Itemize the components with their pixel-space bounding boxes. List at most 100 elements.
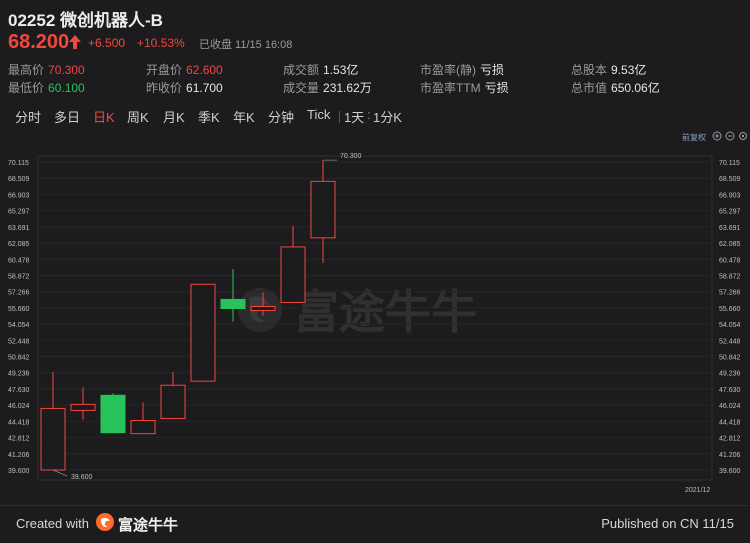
stat-value: 231.62万 bbox=[323, 81, 372, 95]
watermark: 富途牛牛 bbox=[238, 285, 477, 339]
stat-item: 昨收价 61.700 bbox=[146, 79, 223, 96]
low-marker-line bbox=[52, 469, 68, 477]
published-label: Published on CN 11/15 bbox=[601, 516, 734, 531]
y-tick-label-left: 42.812 bbox=[8, 436, 30, 443]
candlestick-chart: 富途牛牛 2021/12 70.115 68.509 66.903 65.297 63.… bbox=[8, 153, 741, 494]
stat-value: 60.100 bbox=[48, 81, 85, 95]
tab-quarterly-k[interactable]: 季K bbox=[198, 107, 220, 126]
y-tick-label-left: 68.509 bbox=[8, 176, 30, 183]
stat-label: 市盈率(静) bbox=[420, 63, 476, 77]
y-tick-label-right: 70.115 bbox=[719, 160, 740, 167]
tab-yearly-k[interactable]: 年K bbox=[233, 107, 255, 126]
zoom-in-icon[interactable] bbox=[712, 131, 722, 141]
market-status: 已收盘 11/15 16:08 bbox=[199, 39, 293, 51]
y-tick-label-left: 44.418 bbox=[8, 419, 30, 426]
y-tick-label-left: 50.842 bbox=[8, 355, 30, 362]
tab-minute[interactable]: 分钟 bbox=[268, 107, 294, 126]
y-tick-label-right: 57.266 bbox=[719, 290, 741, 297]
tab-monthly-k[interactable]: 月K bbox=[163, 107, 185, 126]
high-marker-label: 70.300 bbox=[340, 153, 362, 160]
candle-body bbox=[40, 407, 66, 471]
y-tick-label-right: 68.509 bbox=[719, 176, 741, 183]
y-tick-label-left: 58.872 bbox=[8, 273, 30, 280]
y-tick-label-right: 49.236 bbox=[719, 371, 741, 378]
candle-body bbox=[250, 305, 276, 312]
stat-label: 成交额 bbox=[283, 63, 320, 77]
chart-period-tabs: 分时 多日 日K 周K 月K 季K 年K 分钟 Tick 1天 : 1分K bbox=[0, 103, 750, 127]
y-tick-label-left: 62.085 bbox=[8, 241, 30, 248]
settings-icon[interactable] bbox=[738, 131, 748, 141]
candle-body bbox=[160, 384, 186, 420]
y-tick-label-left: 49.236 bbox=[8, 371, 30, 378]
y-tick-label-left: 52.448 bbox=[8, 338, 30, 345]
y-tick-label-left: 65.297 bbox=[8, 209, 30, 216]
y-tick-label-right: 55.660 bbox=[719, 306, 741, 313]
y-tick-label-left: 54.054 bbox=[8, 322, 30, 329]
stat-item: 市盈率(静) 亏损 bbox=[420, 61, 504, 78]
stat-value: 亏损 bbox=[484, 81, 509, 95]
candle-body bbox=[190, 283, 216, 382]
stat-value: 650.06亿 bbox=[611, 81, 660, 95]
candle-body bbox=[310, 180, 336, 239]
stat-item: 成交额 1.53亿 bbox=[283, 61, 358, 78]
tab-daily-k[interactable]: 日K bbox=[93, 107, 115, 126]
y-tick-label-right: 46.024 bbox=[719, 403, 741, 410]
candle-body bbox=[130, 420, 156, 435]
stat-label: 最高价 bbox=[8, 63, 45, 77]
current-price: 68.200 bbox=[8, 31, 70, 53]
futu-logo-icon bbox=[96, 513, 114, 531]
stat-label: 最低价 bbox=[8, 81, 45, 95]
candle-body bbox=[280, 246, 306, 303]
tab-multi-day[interactable]: 多日 bbox=[54, 107, 80, 126]
y-tick-label-left: 47.630 bbox=[8, 387, 30, 394]
tab-separator: : bbox=[367, 107, 371, 122]
y-tick-label-left: 46.024 bbox=[8, 403, 30, 410]
candle-body bbox=[100, 394, 126, 434]
stat-label: 昨收价 bbox=[146, 81, 183, 95]
tab-weekly-k[interactable]: 周K bbox=[127, 107, 149, 126]
y-tick-label-right: 47.630 bbox=[719, 387, 741, 394]
y-tick-label-left: 57.266 bbox=[8, 290, 30, 297]
stat-item: 总股本 9.53亿 bbox=[571, 61, 646, 78]
y-tick-label-right: 62.085 bbox=[719, 241, 741, 248]
y-tick-label-left: 63.691 bbox=[8, 225, 30, 232]
price-change-percent: +10.53% bbox=[137, 36, 185, 50]
stat-label: 总市值 bbox=[571, 81, 608, 95]
tab-1min-k[interactable]: 1分K bbox=[373, 107, 402, 126]
stock-title: 02252 微创机器人-B bbox=[8, 11, 163, 30]
watermark-text: 富途牛牛 bbox=[293, 285, 477, 339]
stat-value: 62.600 bbox=[186, 63, 223, 77]
y-tick-label-right: 58.872 bbox=[719, 273, 741, 280]
y-tick-label-right: 60.478 bbox=[719, 257, 741, 264]
candle-body bbox=[220, 298, 246, 310]
tab-intraday[interactable]: 分时 bbox=[15, 107, 41, 126]
y-tick-label-right: 42.812 bbox=[719, 436, 741, 443]
y-tick-label-right: 44.418 bbox=[719, 419, 741, 426]
stat-item: 总市值 650.06亿 bbox=[571, 79, 660, 96]
y-tick-label-left: 66.903 bbox=[8, 192, 30, 199]
stat-item: 市盈率TTM 亏损 bbox=[420, 79, 509, 96]
y-tick-label-right: 63.691 bbox=[719, 225, 741, 232]
stat-label: 成交量 bbox=[283, 81, 320, 95]
candle-body bbox=[70, 403, 96, 411]
created-with-label: Created with bbox=[16, 516, 89, 531]
stat-value: 亏损 bbox=[480, 63, 505, 77]
stat-value: 61.700 bbox=[186, 81, 223, 95]
price-adjust-toggle[interactable]: 前复权 bbox=[682, 132, 706, 143]
stat-value: 1.53亿 bbox=[323, 63, 359, 77]
stat-item: 开盘价 62.600 bbox=[146, 61, 223, 78]
y-tick-label-left: 60.478 bbox=[8, 257, 30, 264]
y-tick-label-left: 39.600 bbox=[8, 468, 30, 475]
tab-divider bbox=[339, 111, 340, 123]
y-tick-label-left: 70.115 bbox=[8, 160, 29, 167]
y-tick-label-right: 50.842 bbox=[719, 355, 741, 362]
tab-tick[interactable]: Tick bbox=[307, 107, 330, 122]
tab-1day[interactable]: 1天 bbox=[344, 107, 364, 126]
stat-item: 最低价 60.100 bbox=[8, 79, 85, 96]
stat-label: 开盘价 bbox=[146, 63, 183, 77]
stat-label: 市盈率TTM bbox=[420, 81, 481, 95]
up-arrow-icon bbox=[69, 35, 81, 49]
zoom-out-icon[interactable] bbox=[725, 131, 735, 141]
brand-name: 富途牛牛 bbox=[118, 517, 179, 534]
y-tick-label-right: 41.206 bbox=[719, 452, 741, 459]
